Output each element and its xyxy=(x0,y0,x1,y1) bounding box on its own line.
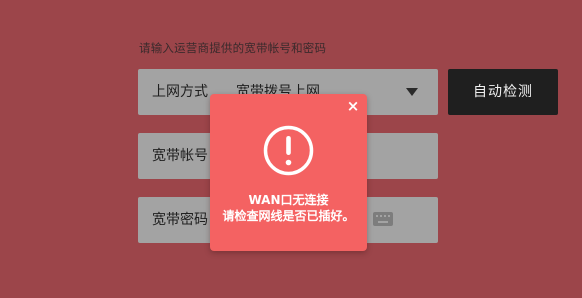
close-icon[interactable]: × xyxy=(345,98,361,114)
auto-detect-button[interactable]: 自动检测 xyxy=(448,69,558,115)
keyboard-icon[interactable] xyxy=(373,212,393,226)
error-message: 请检查网线是否已插好。 xyxy=(222,209,355,223)
form-hint: 请输入运营商提供的宽带帐号和密码 xyxy=(139,41,327,55)
exclamation-circle-icon xyxy=(263,125,314,176)
error-title: WAN口无连接 xyxy=(248,193,329,207)
chevron-down-icon[interactable] xyxy=(406,88,418,96)
password-label: 宽带密码 xyxy=(152,212,208,228)
connection-mode-label: 上网方式 xyxy=(152,84,208,100)
account-label: 宽带帐号 xyxy=(152,148,208,164)
error-dialog: × WAN口无连接 请检查网线是否已插好。 xyxy=(210,94,367,251)
